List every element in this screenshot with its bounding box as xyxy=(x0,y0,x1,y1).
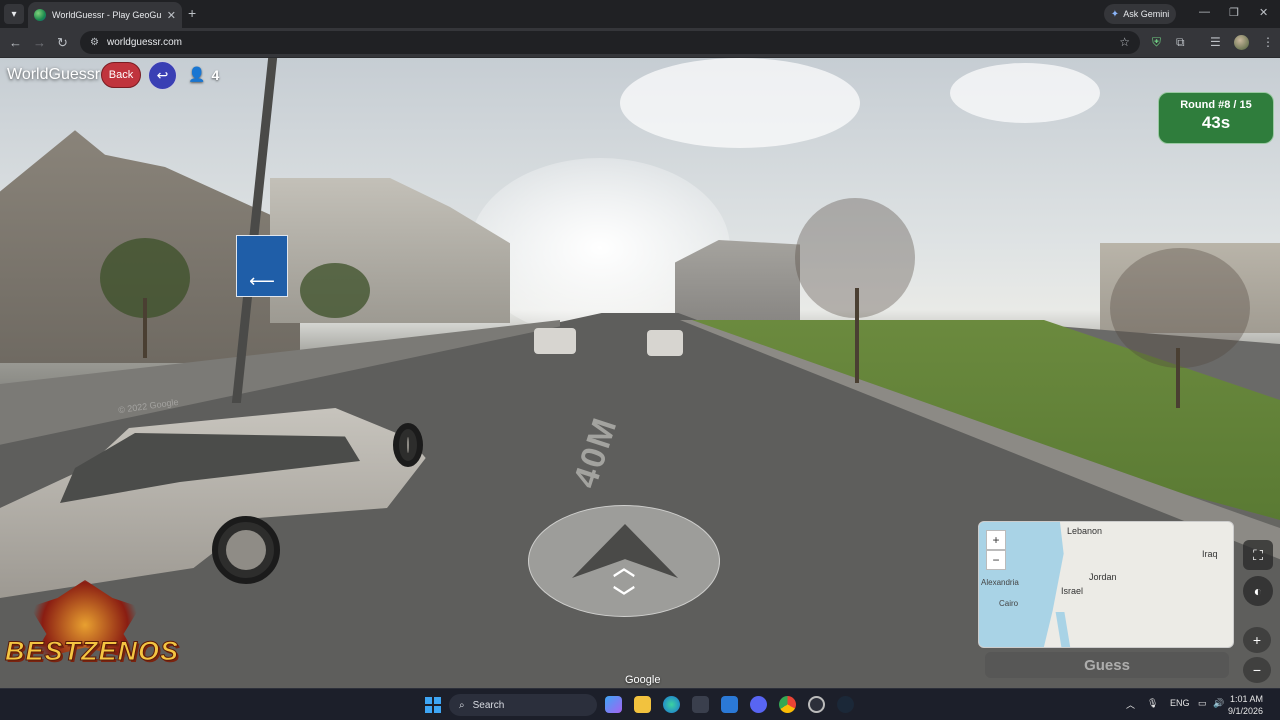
car-wheel xyxy=(393,423,423,467)
tree-trunk xyxy=(1176,348,1180,408)
map-label-israel: Israel xyxy=(1061,586,1084,596)
minimize-icon[interactable]: — xyxy=(1199,6,1210,18)
obs-app-icon[interactable] xyxy=(808,696,825,713)
map-label-lebanon: Lebanon xyxy=(1067,526,1103,536)
extensions-puzzle-icon[interactable]: ⧉ xyxy=(1176,35,1185,50)
browser-tab-bar: ▾ WorldGuessr - Play GeoGuessr F ✕ + ✦ A… xyxy=(0,0,1280,28)
return-arrow-icon: ↩ xyxy=(156,67,169,83)
tab-title: WorldGuessr - Play GeoGuessr F xyxy=(52,10,161,20)
google-watermark: Google xyxy=(625,674,661,686)
guess-button[interactable]: Guess xyxy=(985,652,1229,678)
guess-minimap[interactable]: Lebanon Iraq Jordan Israel Alexandria Ca… xyxy=(978,521,1234,648)
windows-taskbar: ⌕ Search ︿ 🎙 ENG ▭ 🔊 1:01 AM 9/1/2026 xyxy=(0,688,1280,720)
profile-avatar[interactable] xyxy=(1234,35,1249,50)
address-bar[interactable]: ⚙ worldguessr.com ☆ xyxy=(80,31,1140,54)
browser-tab[interactable]: WorldGuessr - Play GeoGuessr F ✕ xyxy=(28,2,182,28)
timer-value: 43s xyxy=(1201,113,1231,132)
reading-list-icon[interactable]: ☰ xyxy=(1210,35,1221,49)
car-wheel xyxy=(212,516,280,584)
clock-time: 1:01 AM xyxy=(1230,694,1264,704)
reload-icon[interactable]: ↻ xyxy=(57,35,68,51)
url-text: worldguessr.com xyxy=(106,37,182,48)
taskbar-search-label: Search xyxy=(472,699,505,711)
windows-start-icon[interactable] xyxy=(425,697,441,713)
store-app-icon[interactable] xyxy=(692,696,709,713)
back-button[interactable]: Back xyxy=(101,62,141,88)
system-clock[interactable]: 1:01 AM 9/1/2026 xyxy=(1228,693,1263,717)
expand-map-icon[interactable]: ⛶ xyxy=(1243,540,1273,570)
taskbar-search[interactable]: ⌕ Search xyxy=(449,694,597,716)
round-timer-panel: Round #8 / 15 43s xyxy=(1158,92,1274,144)
tray-overflow-icon[interactable]: ︿ xyxy=(1126,698,1135,711)
return-to-start-button[interactable]: ↩ xyxy=(148,61,177,90)
bare-tree xyxy=(1110,248,1250,368)
road-sign: ⟵ xyxy=(236,235,288,297)
user-icon: 👤 xyxy=(188,66,206,82)
clock-date: 9/1/2026 xyxy=(1228,706,1264,716)
map-label-cairo: Cairo xyxy=(999,599,1019,608)
network-icon[interactable]: ▭ xyxy=(1198,698,1207,709)
browser-toolbar: ← → ↻ ⚙ worldguessr.com ☆ ⛨ ⧉ ☰ ⋮ xyxy=(0,28,1280,58)
palm-tree xyxy=(300,263,370,318)
building xyxy=(675,240,800,330)
steam-app-icon[interactable] xyxy=(837,696,854,713)
map-zoom-in-button[interactable]: + xyxy=(986,530,1006,550)
extension-shield-icon[interactable]: ⛨ xyxy=(1152,35,1161,50)
bookmark-star-icon[interactable]: ☆ xyxy=(1119,35,1130,49)
chrome-app-icon[interactable] xyxy=(779,696,796,713)
back-arrow-icon[interactable]: ← xyxy=(9,35,22,50)
chevron-down-icon[interactable]: ﹀ xyxy=(613,580,635,612)
compass-icon[interactable]: ◐ xyxy=(1243,576,1273,606)
file-explorer-icon[interactable] xyxy=(634,696,651,713)
player-count: 👤 4 xyxy=(188,66,219,83)
zoom-in-icon[interactable]: + xyxy=(1243,627,1271,653)
ask-gemini-button[interactable]: ✦ Ask Gemini xyxy=(1104,4,1176,24)
cloud xyxy=(620,58,860,148)
edge-browser-icon[interactable] xyxy=(663,696,680,713)
tab-list-button[interactable]: ▾ xyxy=(4,4,24,24)
ask-gemini-label: Ask Gemini xyxy=(1123,9,1170,19)
red-sea xyxy=(1055,612,1071,647)
discord-app-icon[interactable] xyxy=(750,696,767,713)
map-label-jordan: Jordan xyxy=(1089,572,1117,582)
round-label: Round #8 / 15 xyxy=(1180,99,1252,111)
gemini-sparkle-icon: ✦ xyxy=(1110,8,1120,20)
distant-car xyxy=(534,328,576,354)
tree-trunk xyxy=(143,298,147,358)
distant-car xyxy=(647,330,683,356)
new-tab-button[interactable]: + xyxy=(188,5,196,21)
close-window-icon[interactable]: ✕ xyxy=(1259,6,1268,19)
site-info-icon[interactable]: ⚙ xyxy=(90,37,99,48)
mail-app-icon[interactable] xyxy=(721,696,738,713)
forward-arrow-icon[interactable]: → xyxy=(33,35,46,50)
streamer-logo-text: BESTZENOS xyxy=(4,636,180,667)
microphone-icon[interactable]: 🎙 xyxy=(1147,698,1158,709)
map-zoom-out-button[interactable]: − xyxy=(986,550,1006,570)
volume-icon[interactable]: 🔊 xyxy=(1213,698,1224,709)
widgets-app-icon[interactable] xyxy=(605,696,622,713)
player-count-value: 4 xyxy=(211,66,220,83)
chevron-up-icon[interactable]: ︿ xyxy=(613,550,635,582)
map-label-alexandria: Alexandria xyxy=(981,578,1019,587)
tree-trunk xyxy=(855,288,859,383)
menu-dots-icon[interactable]: ⋮ xyxy=(1262,35,1274,49)
zoom-out-icon[interactable]: − xyxy=(1243,657,1271,683)
globe-favicon-icon xyxy=(34,9,46,21)
close-tab-icon[interactable]: ✕ xyxy=(167,9,176,22)
worldguessr-logo[interactable]: WorldGuessr xyxy=(7,66,100,84)
restore-icon[interactable]: ❐ xyxy=(1229,6,1239,19)
cloud xyxy=(950,63,1100,123)
search-icon: ⌕ xyxy=(459,699,465,711)
map-label-iraq: Iraq xyxy=(1202,549,1218,559)
language-indicator[interactable]: ENG xyxy=(1170,698,1190,708)
